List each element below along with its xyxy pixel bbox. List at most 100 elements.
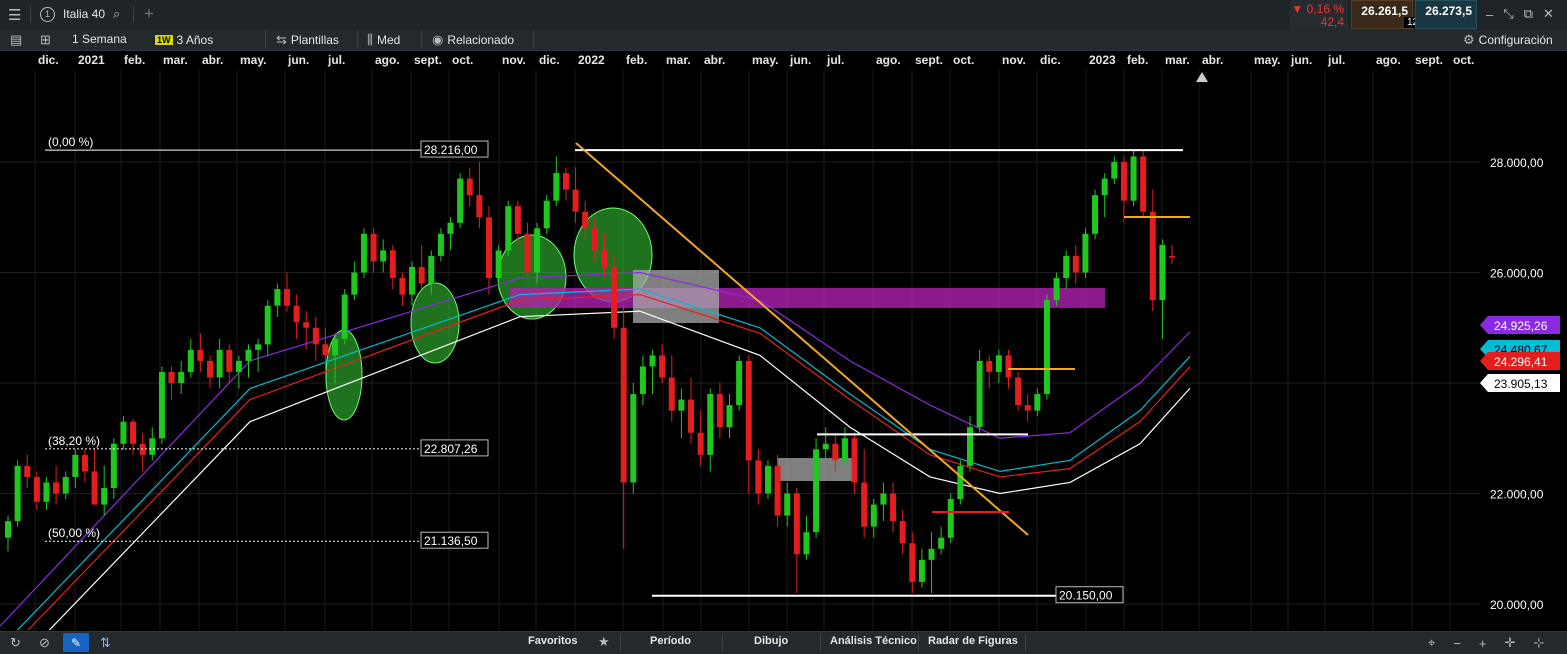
- separator: [1025, 634, 1026, 651]
- level-value-label: 20.150,00: [1059, 589, 1113, 603]
- price-chart[interactable]: 20.000,0022.000,0024.000,0026.000,0028.0…: [0, 70, 1567, 630]
- technical-tab[interactable]: Análisis Técnico: [830, 635, 917, 647]
- candle-body: [1120, 162, 1127, 201]
- candle-body: [447, 222, 454, 234]
- cursor-icon[interactable]: ✛: [1505, 635, 1516, 651]
- zoom-in-icon[interactable]: +: [1479, 636, 1487, 651]
- minimize-icon[interactable]: –: [1486, 7, 1493, 22]
- window-controls: – ⤡ ⧉ ✕: [1486, 6, 1554, 22]
- time-axis-label: may.: [240, 53, 267, 67]
- drawing-tab[interactable]: Dibujo: [754, 635, 788, 647]
- fibonacci-label: (50,00 %): [48, 526, 100, 540]
- candle-body: [967, 427, 973, 466]
- candle-body: [283, 289, 290, 306]
- candle-body: [466, 178, 473, 196]
- period-tab[interactable]: Período: [650, 635, 691, 647]
- candle-body: [620, 327, 627, 483]
- block-icon[interactable]: ⊘: [39, 635, 50, 651]
- zoom-controls: ⌖ − + ✛ ⊹: [1428, 635, 1544, 651]
- candle-body: [562, 173, 569, 190]
- interval-badge: 1W: [155, 35, 173, 45]
- interval-label: 1 Semana: [72, 32, 127, 46]
- crosshair-icon[interactable]: ⌖: [1428, 635, 1435, 651]
- price-tag-label: 23.905,13: [1494, 377, 1548, 391]
- star-icon[interactable]: ★: [598, 634, 610, 650]
- radar-tab[interactable]: Radar de Figuras: [928, 635, 1018, 647]
- ask-button[interactable]: 26.273,5: [1415, 0, 1477, 29]
- candle-body: [81, 454, 88, 472]
- candle-body: [841, 438, 848, 461]
- grid-icon[interactable]: ⊞: [40, 32, 51, 48]
- templates-button[interactable]: ⇆ Plantillas: [276, 32, 339, 48]
- candle-body: [813, 449, 820, 533]
- candle-body: [668, 377, 675, 411]
- pattern-highlight: [410, 282, 460, 364]
- range-label: 3 Años: [176, 33, 214, 47]
- change-box: ▼ 0,16 % 42,4: [1290, 0, 1348, 29]
- favorites-tab[interactable]: Favoritos: [528, 635, 578, 647]
- ask-price: 26.273,5: [1425, 4, 1472, 18]
- candle-body: [1034, 394, 1041, 411]
- sort-icon[interactable]: ⇅: [100, 635, 111, 651]
- fibonacci-value-label: 22.807,26: [424, 442, 478, 456]
- pencil-icon[interactable]: ✎: [63, 633, 89, 652]
- candle-body: [341, 294, 348, 339]
- indicator-button[interactable]: ⫼ Med: [367, 32, 400, 48]
- time-axis-label: sept.: [915, 53, 944, 67]
- candle-body: [1092, 195, 1099, 234]
- time-axis-label: abr.: [202, 53, 224, 67]
- time-axis-label: feb.: [124, 53, 146, 67]
- candle-body: [274, 289, 281, 306]
- candle-body: [437, 233, 444, 256]
- candle-body: [110, 443, 117, 488]
- candle-body: [1015, 377, 1022, 406]
- separator: [133, 6, 134, 23]
- candle-body: [986, 360, 993, 372]
- candle-body: [1149, 211, 1156, 301]
- refresh-icon[interactable]: ↻: [10, 635, 21, 651]
- zoom-out-icon[interactable]: −: [1453, 636, 1461, 651]
- time-axis-label: jun.: [288, 53, 310, 67]
- time-axis-label: dic.: [539, 53, 560, 67]
- candle-body: [697, 432, 704, 455]
- candle-body: [255, 344, 262, 350]
- bottom-toolbar: ↻ ⊘ ✎ ⇅ Favoritos ★ Período Dibujo Análi…: [0, 631, 1567, 654]
- time-axis-label: nov.: [1002, 53, 1026, 67]
- price-tag-label: 24.296,41: [1494, 355, 1548, 369]
- candle-body: [120, 421, 127, 444]
- fibonacci-label: (38,20 %): [48, 434, 100, 448]
- layout-icon[interactable]: ▤: [10, 32, 22, 48]
- interval-selector[interactable]: 1 Semana: [72, 32, 127, 46]
- candle-body: [351, 272, 358, 295]
- candle-body: [457, 178, 464, 223]
- search-icon[interactable]: ⌕: [113, 6, 120, 22]
- menu-icon[interactable]: ☰: [8, 6, 21, 24]
- candle-body: [207, 360, 214, 378]
- settings-button[interactable]: ⚙ Configuración: [1463, 32, 1553, 48]
- time-axis-label: oct.: [452, 53, 474, 67]
- candle-body: [928, 548, 935, 560]
- range-selector[interactable]: 1W 3 Años: [155, 33, 213, 47]
- expand-icon[interactable]: ⊹: [1533, 635, 1544, 651]
- chart-toolbar: ▤ ⊞ 1 Semana 1W 3 Años ⇆ Plantillas ⫼ Me…: [0, 29, 1567, 51]
- candle-body: [168, 371, 175, 383]
- related-button[interactable]: ◉ Relacionado: [432, 32, 514, 48]
- candle-body: [33, 476, 40, 502]
- shrink-icon[interactable]: ⤡: [1503, 6, 1513, 22]
- add-tab-icon[interactable]: +: [144, 4, 154, 24]
- time-axis-label: mar.: [1165, 53, 1190, 67]
- popout-icon[interactable]: ⧉: [1524, 6, 1533, 22]
- candle-body: [774, 465, 781, 516]
- close-icon[interactable]: ✕: [1543, 6, 1554, 22]
- eye-icon: ◉: [432, 32, 444, 47]
- candle-body: [1159, 244, 1166, 301]
- candle-body: [322, 344, 329, 356]
- candle-body: [187, 349, 194, 372]
- candle-body: [851, 438, 858, 483]
- separator: [265, 31, 266, 48]
- time-axis-label: mar.: [163, 53, 188, 67]
- instrument-tab[interactable]: 1 Italia 40 ⌕: [40, 6, 120, 22]
- candle-body: [601, 250, 608, 267]
- candle-body: [178, 371, 185, 383]
- time-axis: dic. 2021 feb. mar. abr. may. jun. jul. ago. sept…: [0, 51, 1567, 69]
